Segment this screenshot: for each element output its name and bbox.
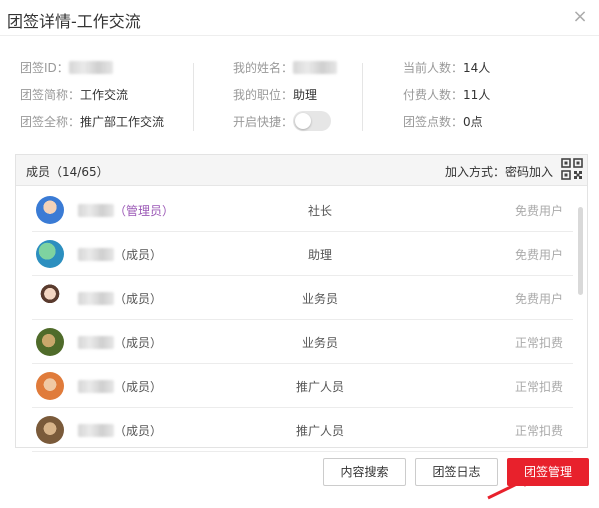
member-status: 免费用户 [514,204,563,218]
member-name: （管理员） [78,202,174,219]
my-name-value-redacted [293,61,338,74]
group-info: 团签ID： 团签简称：工作交流 团签全称：推广部工作交流 我的姓名： 我的职位：… [0,55,599,145]
list-item[interactable]: （成员） 推广人员 正常扣费 [32,408,573,452]
member-name: （成员） [78,246,162,263]
shortcut-label: 开启快捷： [233,115,294,129]
info-column-stats: 当前人数：14人 付费人数：11人 团签点数：0点 [403,55,490,136]
dialog-titlebar: 团签详情-工作交流 × [0,0,599,36]
avatar [36,284,64,312]
member-role: （成员） [114,336,163,350]
member-name-redacted [78,336,114,349]
member-status: 免费用户 [514,292,563,306]
my-position-label: 我的职位： [233,88,294,102]
current-count-value: 14人 [463,61,491,75]
group-points-value: 0点 [463,115,483,129]
group-full-name-row: 团签全称：推广部工作交流 [20,109,164,136]
group-details-dialog: 团签详情-工作交流 × 团签ID： 团签简称：工作交流 团签全称：推广部工作交流… [0,0,599,508]
my-position-value: 助理 [293,88,318,102]
arrow-annotation-icon [487,476,531,500]
member-status: 正常扣费 [514,380,563,394]
member-name-redacted [78,248,114,261]
member-position: 业务员 [301,292,338,306]
member-name-redacted [78,380,114,393]
shortcut-row: 开启快捷： [233,109,337,136]
paid-count-label: 付费人数： [403,88,464,102]
member-name: （成员） [78,334,162,351]
member-role: （管理员） [114,204,175,218]
member-position: 推广人员 [295,380,344,394]
group-short-name-label: 团签简称： [20,88,81,102]
info-divider [193,63,194,131]
member-role: （成员） [114,424,163,438]
member-status: 正常扣费 [514,336,563,350]
members-count: 成员（14/65） [26,165,109,179]
current-count-row: 当前人数：14人 [403,55,490,82]
list-item[interactable]: （成员） 推广人员 正常扣费 [32,364,573,408]
member-position: 助理 [307,248,332,262]
shortcut-toggle[interactable] [293,111,332,131]
list-item[interactable]: （成员） 业务员 正常扣费 [32,320,573,364]
group-short-name-row: 团签简称：工作交流 [20,82,164,109]
member-name: （成员） [78,422,162,439]
group-full-name-label: 团签全称： [20,115,81,129]
dialog-title: 团签详情-工作交流 [7,12,141,31]
members-scrollbar[interactable] [578,207,583,295]
my-position-row: 我的职位：助理 [233,82,337,109]
members-panel: 成员（14/65） 加入方式：密码加入 （管理员） 社长 免费用户 （成员） 助… [15,154,588,452]
join-method: 加入方式：密码加入 [444,165,553,179]
group-full-name-value: 推广部工作交流 [80,115,165,129]
avatar [36,240,64,268]
member-role: （成员） [114,292,163,306]
info-divider [362,63,363,131]
member-status: 正常扣费 [514,424,563,438]
list-item[interactable]: （成员） 业务员 免费用户 [32,276,573,320]
member-position: 业务员 [301,336,338,350]
member-status: 免费用户 [514,248,563,262]
paid-count-row: 付费人数：11人 [403,82,490,109]
member-role: （成员） [114,248,163,262]
avatar [36,416,64,444]
avatar [36,372,64,400]
paid-count-value: 11人 [463,88,491,102]
group-points-row: 团签点数：0点 [403,109,490,136]
member-name-redacted [78,424,114,437]
member-name: （成员） [78,378,162,395]
qr-code-icon[interactable] [561,158,583,180]
group-points-label: 团签点数： [403,115,464,129]
members-list: （管理员） 社长 免费用户 （成员） 助理 免费用户 （成员） 业务员 免费用户… [32,188,573,452]
member-position: 社长 [307,204,332,218]
my-name-row: 我的姓名： [233,55,338,82]
member-name-redacted [78,292,114,305]
info-column-group: 团签ID： 团签简称：工作交流 团签全称：推广部工作交流 [20,55,164,136]
members-header: 成员（14/65） 加入方式：密码加入 [16,155,587,186]
member-name-redacted [78,204,114,217]
group-short-name-value: 工作交流 [80,88,129,102]
group-id-label: 团签ID： [20,61,69,75]
group-id-value-redacted [68,61,113,74]
current-count-label: 当前人数： [403,61,464,75]
group-id-row: 团签ID： [20,55,164,82]
avatar [36,196,64,224]
member-position: 推广人员 [295,424,344,438]
info-column-me: 我的姓名： 我的职位：助理 开启快捷： [233,55,338,136]
avatar [36,328,64,356]
member-role: （成员） [114,380,163,394]
my-name-label: 我的姓名： [233,61,294,75]
list-item[interactable]: （成员） 助理 免费用户 [32,232,573,276]
list-item[interactable]: （管理员） 社长 免费用户 [32,188,573,232]
content-search-button[interactable]: 内容搜索 [323,458,406,486]
member-name: （成员） [78,290,162,307]
close-icon[interactable]: × [570,7,590,27]
